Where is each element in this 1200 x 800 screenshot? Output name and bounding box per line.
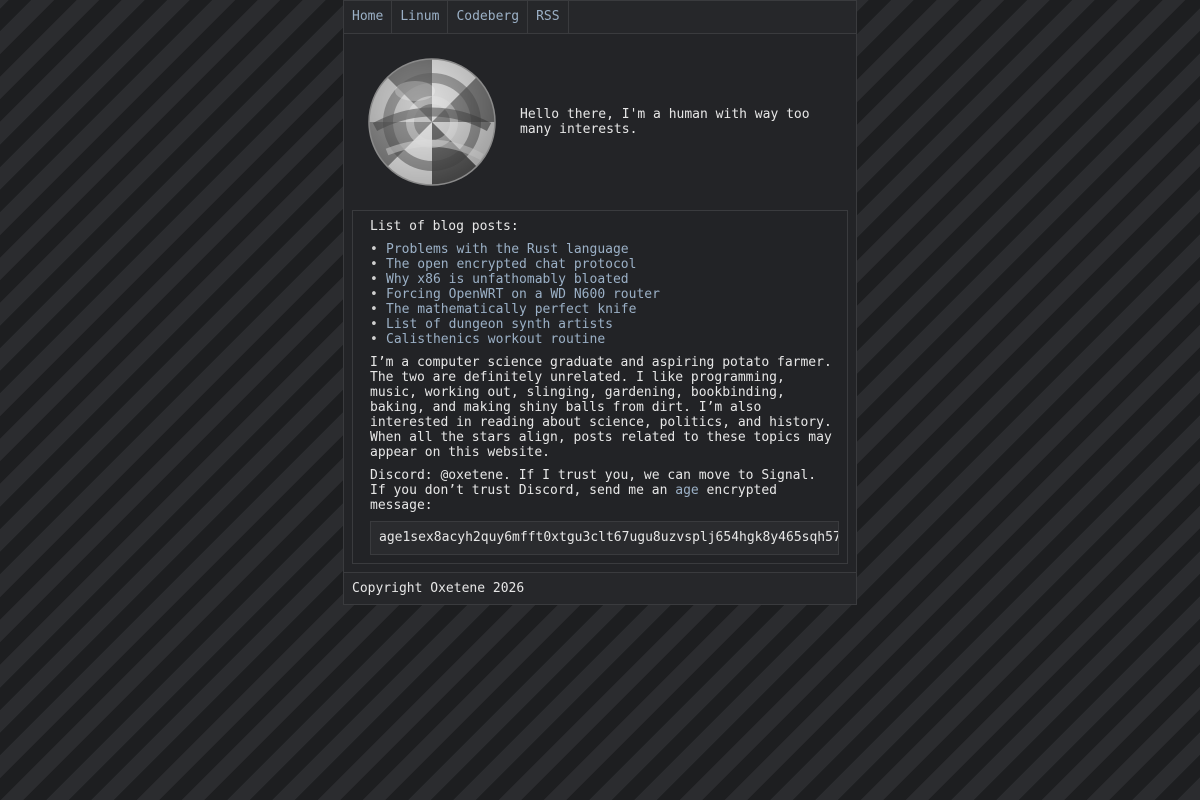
list-item: • Calisthenics workout routine <box>370 332 839 347</box>
nav-link-linum[interactable]: Linum <box>392 1 449 33</box>
list-item: • Why x86 is unfathomably bloated <box>370 272 839 287</box>
post-link-rust[interactable]: Problems with the Rust language <box>386 242 629 257</box>
footer: Copyright Oxetene 2026 <box>344 572 856 604</box>
bullet-icon: • <box>370 332 378 347</box>
bullet-icon: • <box>370 302 378 317</box>
list-item: • Forcing OpenWRT on a WD N600 router <box>370 287 839 302</box>
top-nav: Home Linum Codeberg RSS <box>344 0 856 34</box>
main-content: List of blog posts: • Problems with the R… <box>352 210 848 564</box>
blog-list-title: List of blog posts: <box>370 219 519 234</box>
nav-link-home[interactable]: Home <box>344 1 393 33</box>
bullet-icon: • <box>370 242 378 257</box>
post-link-x86[interactable]: Why x86 is unfathomably bloated <box>386 272 629 287</box>
post-link-dungeon-synth[interactable]: List of dungeon synth artists <box>386 317 613 332</box>
bullet-icon: • <box>370 287 378 302</box>
list-item: • The open encrypted chat protocol <box>370 257 839 272</box>
post-link-chat-protocol[interactable]: The open encrypted chat protocol <box>386 257 636 272</box>
bullet-icon: • <box>370 257 378 272</box>
age-link[interactable]: age <box>675 483 698 498</box>
bullet-icon: • <box>370 272 378 287</box>
post-link-knife[interactable]: The mathematically perfect knife <box>386 302 636 317</box>
checkered-sphere-icon <box>368 58 496 186</box>
blog-post-list: • Problems with the Rust language • The op… <box>370 242 839 347</box>
nav-link-rss[interactable]: RSS <box>528 1 569 33</box>
public-key-box[interactable]: age1sex8acyh2quy6mfft0xtgu3clt67ugu8uzvs… <box>370 521 839 555</box>
contact-paragraph: Discord: @oxetene. If I trust you, we ca… <box>370 468 839 513</box>
post-link-calisthenics[interactable]: Calisthenics workout routine <box>386 332 605 347</box>
nav-link-codeberg[interactable]: Codeberg <box>448 1 529 33</box>
list-item: • Problems with the Rust language <box>370 242 839 257</box>
hero-section: Hello there, I'm a human with way too ma… <box>344 34 856 210</box>
bullet-icon: • <box>370 317 378 332</box>
greeting-text: Hello there, I'm a human with way too ma… <box>520 107 810 137</box>
post-link-openwrt[interactable]: Forcing OpenWRT on a WD N600 router <box>386 287 660 302</box>
page-container: Home Linum Codeberg RSS Hello there, I'm… <box>343 0 857 605</box>
list-item: • List of dungeon synth artists <box>370 317 839 332</box>
about-paragraph: I’m a computer science graduate and aspi… <box>370 355 832 460</box>
list-item: • The mathematically perfect knife <box>370 302 839 317</box>
avatar <box>344 57 520 187</box>
